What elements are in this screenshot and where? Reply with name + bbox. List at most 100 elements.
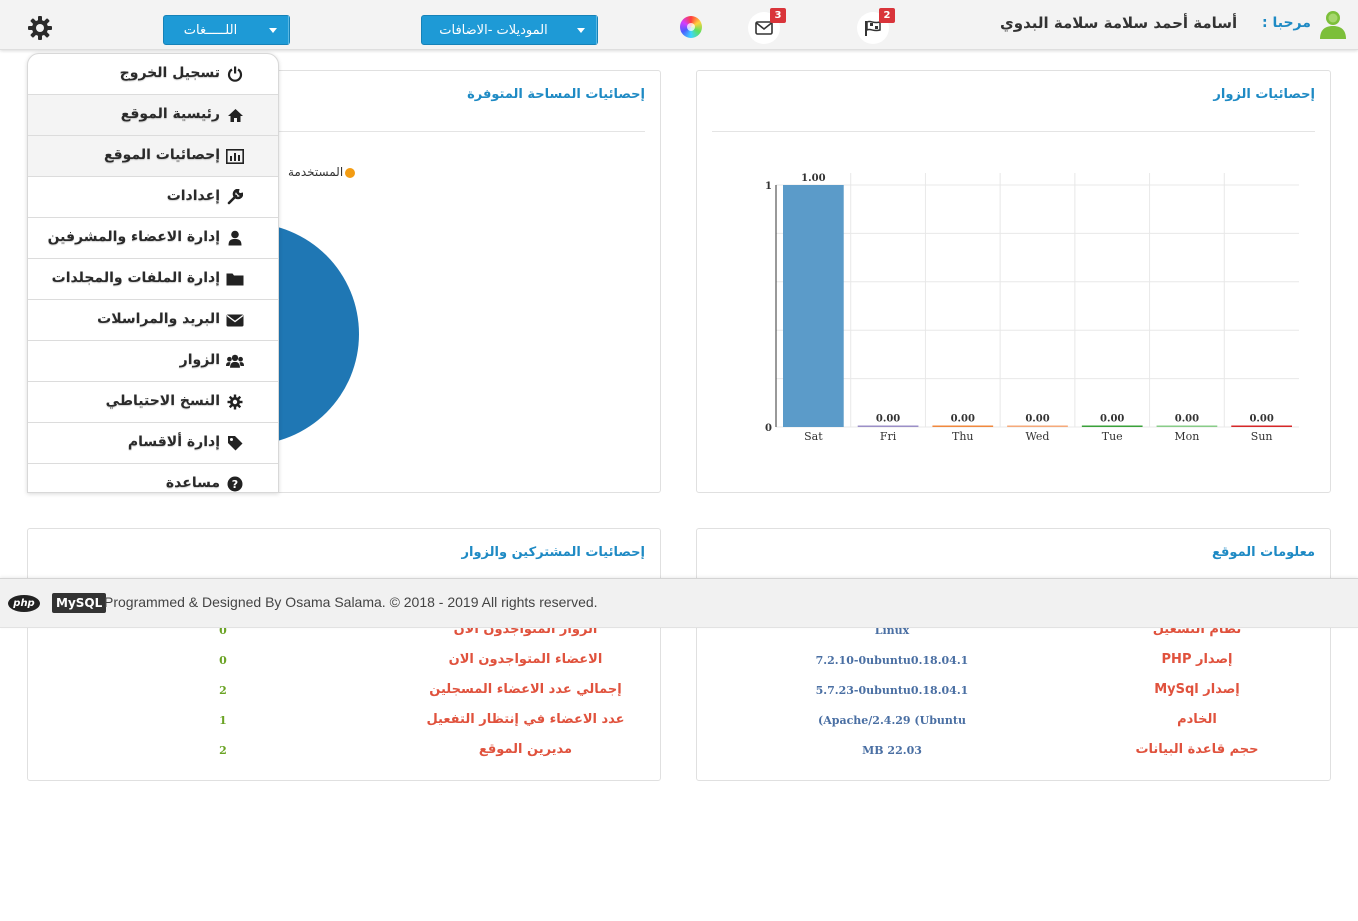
visitors-bar-chart: 0 1 1.00 Sat 0.00 Fri 0.00 Thu 0.00 Wed 0.00 Tue 0.0… — [765, 173, 1299, 443]
chevron-down-icon[interactable] — [257, 16, 289, 44]
y-tick-label: 0 — [765, 423, 772, 434]
data-label: 0.00 — [1025, 414, 1049, 425]
table-row: إجمالي عدد الاعضاء المسجلين 2 — [28, 675, 660, 705]
user-avatar-icon[interactable] — [1318, 8, 1348, 40]
menu-item-label: إحصائيات الموقع — [103, 147, 220, 163]
chart-bar — [857, 425, 919, 427]
panel-title: معلومات الموقع — [1212, 545, 1315, 560]
x-tick-label: Wed — [1026, 430, 1050, 443]
notifications-button[interactable]: 2 — [857, 8, 895, 44]
legend-color-swatch — [345, 167, 356, 178]
menu-item-label: إعدادات — [166, 188, 220, 204]
settings-gear-icon[interactable] — [26, 14, 54, 42]
chart-bar — [1156, 425, 1218, 427]
table-row: إصدار MySql 5.7.23-0ubuntu0.18.04.1 — [697, 675, 1330, 705]
menu-item-logout[interactable]: تسجيل الخروج — [28, 54, 278, 95]
row-label: الخادم — [1177, 712, 1217, 727]
row-label: مديرين الموقع — [478, 742, 573, 757]
visitors-stats-panel: إحصائيات الزوار 0 1 1.00 Sat 0.00 Fri 0.00 Thu 0… — [696, 70, 1331, 493]
home-icon — [226, 106, 244, 124]
site-info-panel: معلومات الموقع نظام التشغيل Linux إصدار … — [696, 528, 1331, 781]
menu-item-backup[interactable]: النسخ الاحتياطي — [28, 382, 278, 423]
legend-label: المستخدمة — [288, 165, 344, 179]
wrench-icon — [226, 188, 244, 206]
data-label: 0.00 — [1249, 414, 1273, 425]
x-tick-label: Mon — [1174, 430, 1199, 443]
row-value: 5.7.23-0ubuntu0.18.04.1 — [815, 684, 969, 697]
folder-icon — [226, 270, 244, 288]
table-row: إصدار PHP 7.2.10-0ubuntu0.18.04.1 — [697, 645, 1330, 675]
row-value: 7.2.10-0ubuntu0.18.04.1 — [815, 654, 969, 667]
table-row: الاعضاء المتواجدون الان 0 — [28, 645, 660, 675]
footer-bar: php MySQL Programmed & Designed By Osama… — [0, 578, 1358, 628]
languages-dropdown-button[interactable]: اللـــــغات — [163, 15, 290, 45]
row-value: 2 — [219, 744, 227, 757]
data-label: 0.00 — [1100, 414, 1124, 425]
panel-title: إحصائيات الزوار — [1213, 87, 1315, 102]
y-tick-label: 1 — [765, 181, 772, 192]
notifications-count-badge: 2 — [879, 8, 895, 23]
menu-item-label: مساعدة — [165, 475, 220, 491]
power-icon — [226, 65, 244, 83]
row-value: 1 — [219, 714, 227, 727]
chart-bar — [1007, 425, 1068, 427]
messages-count-badge: 3 — [770, 8, 786, 23]
languages-label: اللـــــغات — [183, 22, 238, 38]
messages-button[interactable]: 3 — [748, 8, 786, 44]
menu-item-categories[interactable]: إدارة ألاقسام — [28, 423, 278, 464]
modules-label: الموديلات -الاضافات — [439, 22, 548, 38]
panel-title: إحصائيات المشتركين والزوار — [461, 545, 645, 560]
row-value: (Apache/2.4.29 (Ubuntu — [818, 714, 966, 727]
chevron-down-icon[interactable] — [565, 16, 597, 44]
row-label: إصدار PHP — [1161, 652, 1233, 667]
table-row: حجم قاعدة البيانات MB 22.03 — [697, 735, 1330, 765]
chart-bar — [1081, 425, 1143, 427]
user-name: أسامة أحمد سلامة سلامة البدوي — [1000, 14, 1238, 32]
x-tick-label: Fri — [880, 430, 897, 443]
data-label: 0.00 — [951, 414, 975, 425]
menu-item-site-stats[interactable]: إحصائيات الموقع — [28, 136, 278, 177]
users-icon — [226, 352, 244, 370]
cog-icon — [226, 393, 244, 411]
php-logo: php — [8, 595, 40, 612]
chart-bar — [783, 185, 844, 427]
x-tick-label: Tue — [1102, 430, 1123, 443]
envelope-icon — [226, 311, 244, 329]
data-label: 0.00 — [1175, 414, 1199, 425]
menu-item-label: إدارة الملفات والمجلدات — [51, 270, 220, 286]
envelope-icon — [755, 21, 773, 35]
menu-item-label: الزوار — [179, 352, 220, 368]
row-value: 0 — [219, 654, 227, 667]
menu-item-label: إدارة ألاقسام — [127, 434, 220, 450]
menu-item-help[interactable]: ? مساعدة — [28, 464, 278, 492]
row-label: الاعضاء المتواجدون الان — [448, 652, 603, 667]
row-label: إجمالي عدد الاعضاء المسجلين — [429, 682, 622, 697]
menu-item-visitors[interactable]: الزوار — [28, 341, 278, 382]
settings-dropdown-menu: تسجيل الخروج رئيسية الموقع إحصائيات المو… — [27, 53, 279, 493]
menu-item-label: إدارة الاعضاء والمشرفين — [47, 229, 220, 245]
color-wheel-icon[interactable] — [680, 16, 702, 38]
menu-item-label: رئيسية الموقع — [120, 106, 220, 122]
question-icon: ? — [226, 475, 244, 492]
mysql-logo: MySQL — [52, 593, 107, 613]
welcome-label: مرحبا : — [1262, 15, 1311, 31]
menu-item-settings[interactable]: إعدادات — [28, 177, 278, 218]
row-label: عدد الاعضاء في إنتظار التفعيل — [426, 712, 625, 727]
x-tick-label: Thu — [952, 430, 974, 443]
subscribers-stats-panel: إحصائيات المشتركين والزوار الزوار المتوا… — [27, 528, 661, 781]
menu-item-home[interactable]: رئيسية الموقع — [28, 95, 278, 136]
copyright-text: Programmed & Designed By Osama Salama. ©… — [104, 594, 598, 610]
menu-item-members[interactable]: إدارة الاعضاء والمشرفين — [28, 218, 278, 259]
data-label: 1.00 — [801, 173, 825, 184]
menu-item-mail[interactable]: البريد والمراسلات — [28, 300, 278, 341]
data-label: 0.00 — [876, 414, 900, 425]
menu-item-label: تسجيل الخروج — [119, 65, 220, 81]
row-label: إصدار MySql — [1154, 682, 1240, 697]
menu-item-label: البريد والمراسلات — [97, 311, 220, 327]
table-row: مديرين الموقع 2 — [28, 735, 660, 765]
modules-dropdown-button[interactable]: الموديلات -الاضافات — [421, 15, 598, 45]
row-label: حجم قاعدة البيانات — [1135, 742, 1259, 757]
chart-bar — [932, 425, 994, 427]
table-row: عدد الاعضاء في إنتظار التفعيل 1 — [28, 705, 660, 735]
menu-item-files[interactable]: إدارة الملفات والمجلدات — [28, 259, 278, 300]
